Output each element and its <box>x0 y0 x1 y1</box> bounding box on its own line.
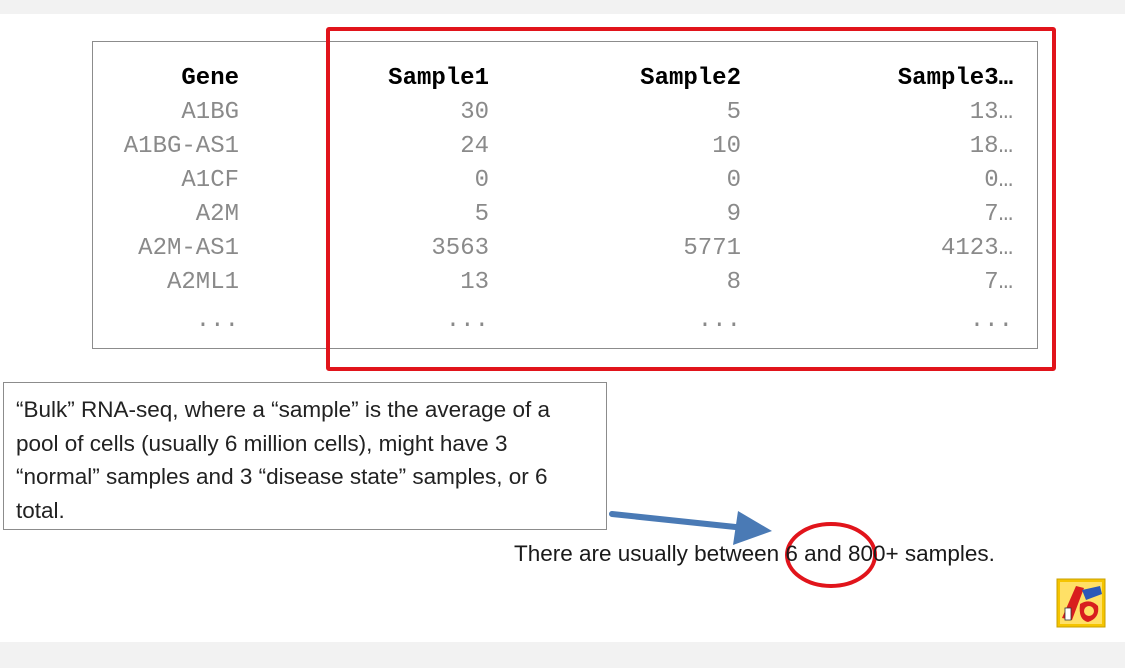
sample-count-summary: There are usually between 6 and 800+ sam… <box>514 541 995 566</box>
statquest-logo-icon <box>1056 578 1106 628</box>
